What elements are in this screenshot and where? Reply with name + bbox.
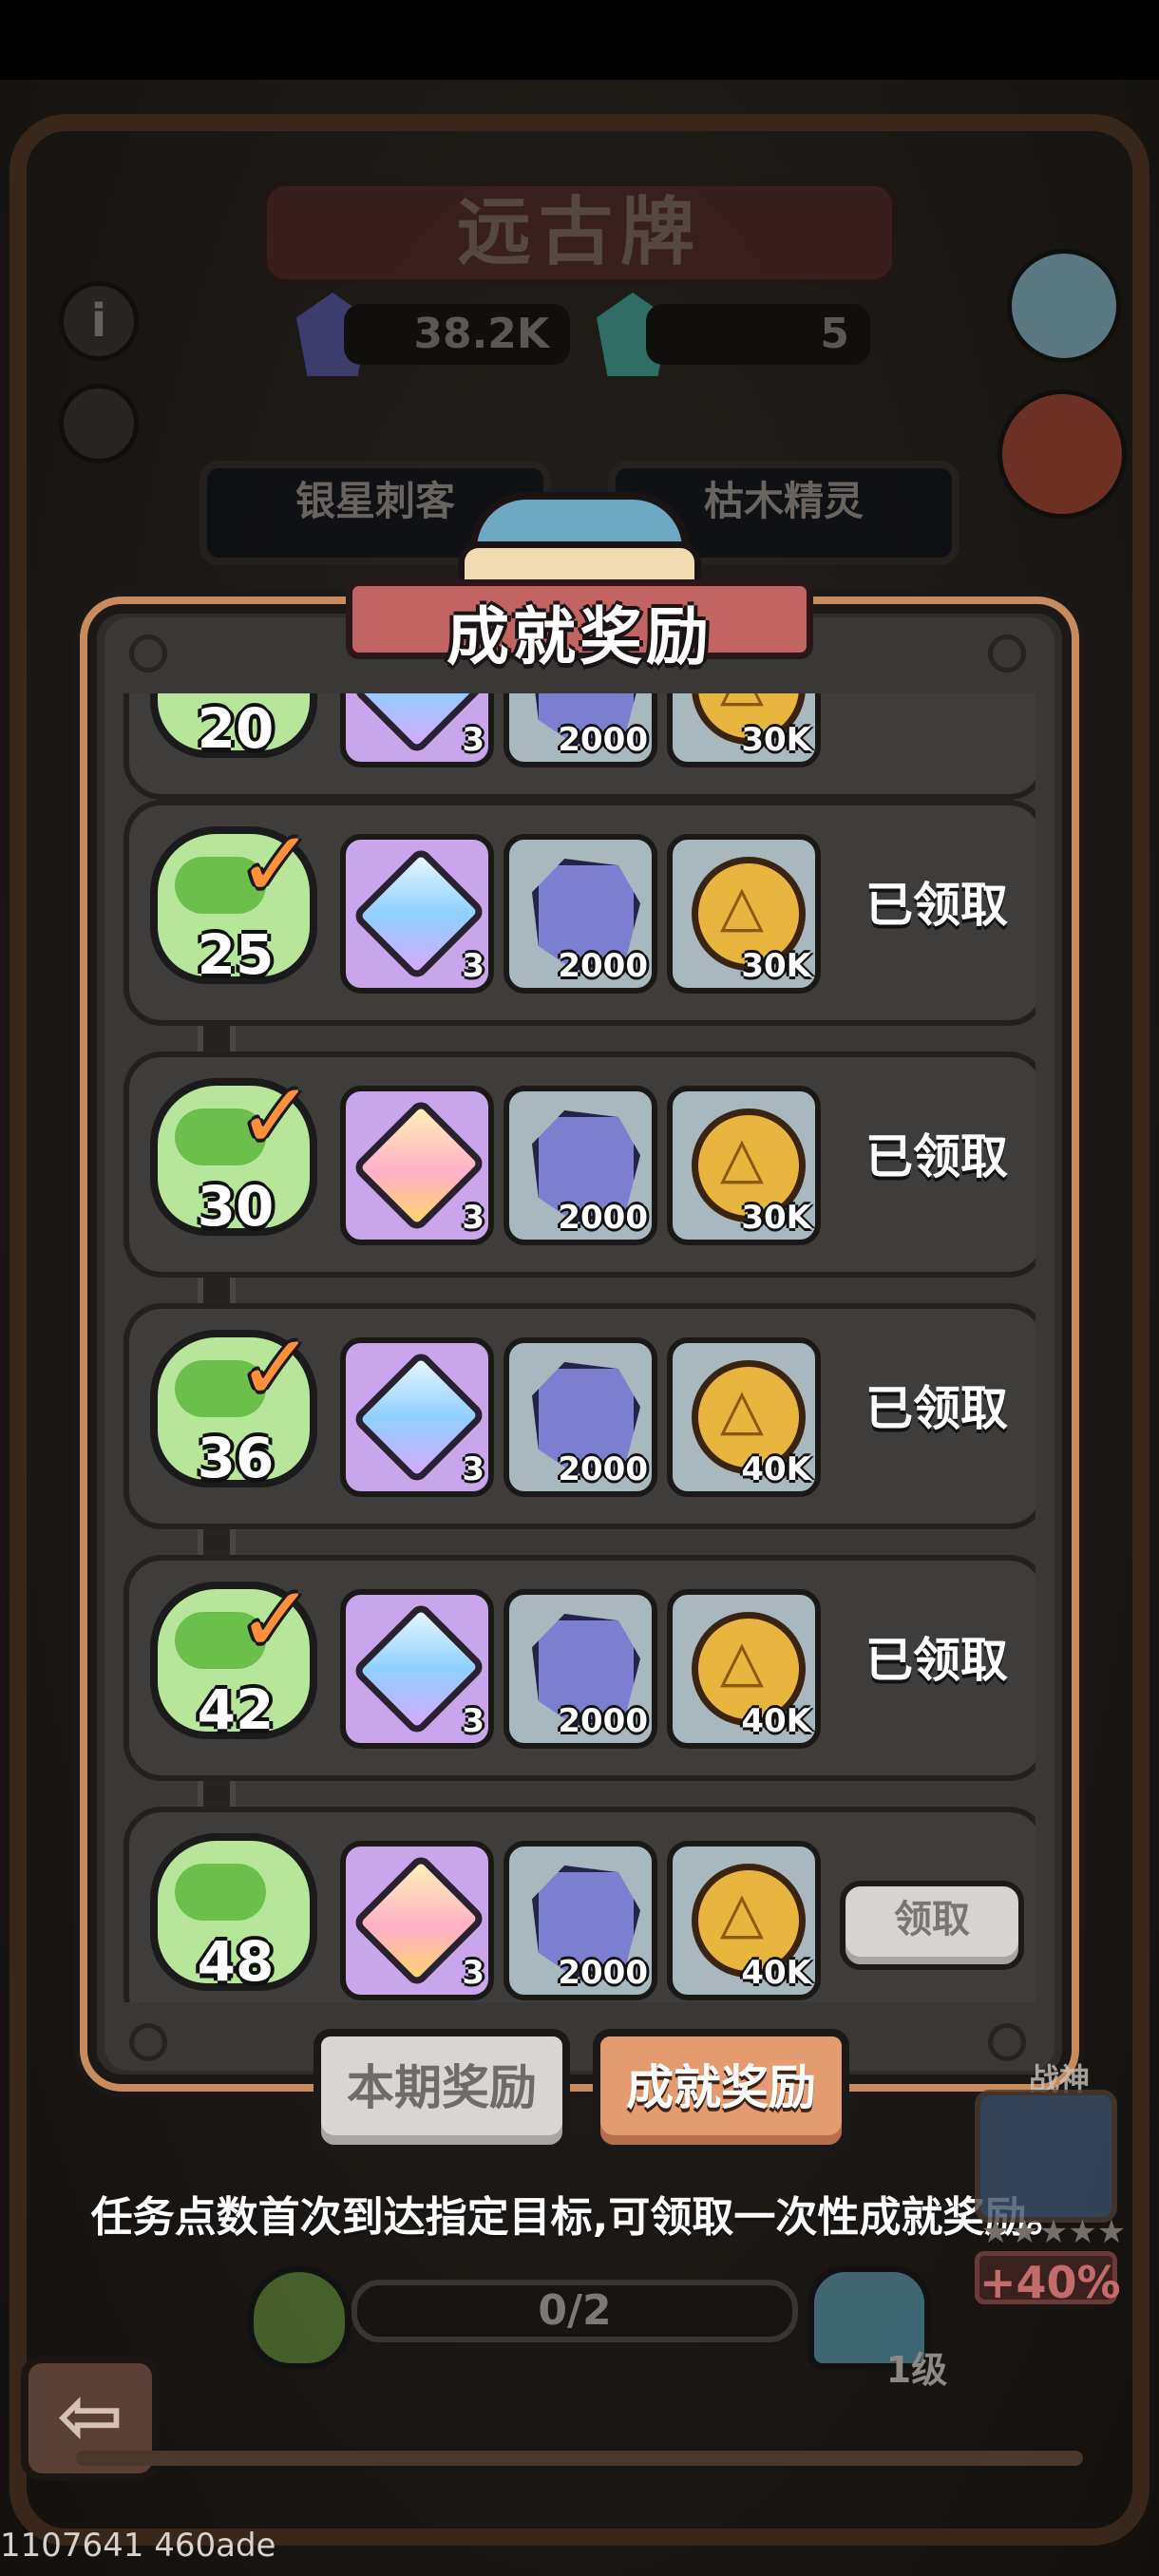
reward-row: ✓25 3 2000 30K 已领取 <box>124 800 1036 1026</box>
reward-item[interactable]: 30K <box>667 1086 821 1245</box>
claim-button[interactable]: 领取 <box>840 1881 1024 1970</box>
reward-item[interactable]: 40K <box>667 1337 821 1497</box>
tab-achievement-rewards[interactable]: 成就奖励 <box>593 2029 849 2152</box>
checkmark-icon: ✓ <box>238 1566 314 1673</box>
checkmark-icon: ✓ <box>238 1063 314 1169</box>
reward-quantity: 3 <box>462 1702 484 1740</box>
bean-icon <box>247 2265 352 2370</box>
reward-quantity: 3 <box>462 1450 484 1488</box>
reward-item[interactable]: 40K <box>667 1589 821 1749</box>
milestone-level: 42 <box>197 1677 275 1742</box>
panel-bolt <box>988 2023 1026 2061</box>
milestone-level: 30 <box>197 1174 275 1239</box>
panel-bolt <box>129 635 167 672</box>
reward-quantity: 2000 <box>558 1199 648 1237</box>
milestone-badge: ✓20 <box>150 693 317 762</box>
checkmark-icon: ✓ <box>238 811 314 918</box>
reward-quantity: 3 <box>462 1954 484 1992</box>
milestone-badge: ✓ 36 <box>150 1322 317 1491</box>
reward-row: ✓30 3 2000 30K 已领取 <box>124 1051 1036 1278</box>
reward-item[interactable]: 2000 <box>504 834 657 994</box>
reward-row: ✓36 3 2000 40K 已领取 <box>124 1303 1036 1529</box>
panel-bolt <box>988 635 1026 672</box>
reward-item[interactable]: 40K <box>667 1841 821 2000</box>
milestone-level: 36 <box>197 1426 275 1490</box>
reward-quantity: 2000 <box>558 1702 648 1740</box>
checkmark-icon: ✓ <box>238 1315 314 1421</box>
reward-item[interactable]: 3 <box>340 1337 494 1497</box>
reward-quantity: 3 <box>462 947 484 985</box>
reward-list[interactable]: ✓203200030K✓253200030K已领取✓303200030K已领取✓… <box>124 693 1036 2002</box>
reward-item[interactable]: 2000 <box>504 1841 657 2000</box>
reward-quantity: 2000 <box>558 1450 648 1488</box>
reward-row: ✓42 3 2000 40K 已领取 <box>124 1555 1036 1781</box>
reward-item[interactable]: 2000 <box>504 1589 657 1749</box>
reward-row: 48 3 2000 40K 领取 <box>124 1807 1036 2002</box>
hint-text: 任务点数首次到达指定目标,可领取一次性成就奖励。 <box>90 2193 1069 2242</box>
reward-item[interactable]: 3 <box>340 834 494 994</box>
boost-card[interactable] <box>975 2090 1117 2223</box>
modal-title: 成就奖励 <box>446 600 712 673</box>
reward-quantity: 40K <box>741 1702 811 1740</box>
reward-quantity: 30K <box>741 721 811 759</box>
reward-quantity: 2000 <box>558 947 648 985</box>
status-bar <box>0 0 1159 80</box>
boost-stars: ★★★★★ <box>980 2213 1127 2251</box>
milestone-badge: ✓ 42 <box>150 1574 317 1743</box>
milestone-level: 48 <box>197 1929 275 1994</box>
claimed-status: 已领取 <box>865 1381 1008 1436</box>
watermark: 1107641 460ade <box>0 2527 276 2565</box>
reward-item[interactable]: 3 <box>340 1841 494 2000</box>
reward-row: ✓20 3 2000 30K <box>124 693 1036 800</box>
claimed-status: 已领取 <box>865 1129 1008 1184</box>
reward-item[interactable]: 30K <box>667 834 821 994</box>
reward-item[interactable]: 3 <box>340 1086 494 1245</box>
milestone-badge: ✓ 25 <box>150 819 317 988</box>
reward-item[interactable]: 3 <box>340 693 494 767</box>
boost-percent: +40% <box>975 2251 1121 2308</box>
tab-period-rewards[interactable]: 本期奖励 <box>314 2029 570 2152</box>
milestone-badge: 48 <box>150 1833 317 1995</box>
reward-quantity: 3 <box>462 1199 484 1237</box>
reward-item[interactable]: 30K <box>667 693 821 767</box>
milestone-level: 25 <box>197 922 275 987</box>
reward-quantity: 30K <box>741 947 811 985</box>
reward-quantity: 30K <box>741 1199 811 1237</box>
level-label: 1级 <box>885 2349 948 2391</box>
reward-quantity: 2000 <box>558 1954 648 1992</box>
reward-quantity: 40K <box>741 1954 811 1992</box>
claimed-status: 已领取 <box>865 878 1008 933</box>
milestone-level: 20 <box>197 696 275 761</box>
panel-bolt <box>129 2023 167 2061</box>
reward-item[interactable]: 2000 <box>504 1086 657 1245</box>
claimed-status: 已领取 <box>865 1633 1008 1688</box>
reward-quantity: 40K <box>741 1450 811 1488</box>
reward-item[interactable]: 3 <box>340 1589 494 1749</box>
reward-quantity: 3 <box>462 721 484 759</box>
milestone-badge: ✓ 30 <box>150 1070 317 1240</box>
reward-item[interactable]: 2000 <box>504 693 657 767</box>
reward-item[interactable]: 2000 <box>504 1337 657 1497</box>
reward-quantity: 2000 <box>558 721 648 759</box>
bottom-frame <box>76 2451 1083 2466</box>
task-progress: 0/2 <box>352 2280 798 2342</box>
